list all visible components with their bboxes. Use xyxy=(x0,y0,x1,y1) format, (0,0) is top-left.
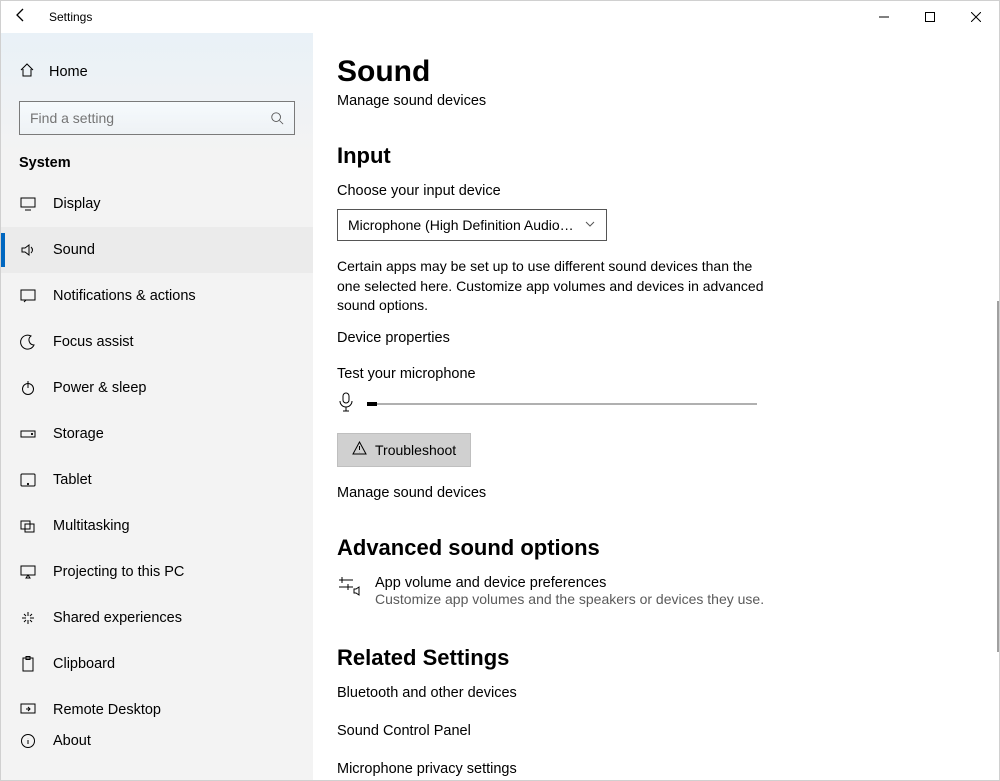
sidebar-item-about[interactable]: About xyxy=(1,733,313,763)
clipboard-icon xyxy=(19,656,37,672)
sidebar-item-label: Storage xyxy=(53,426,104,442)
shared-icon xyxy=(19,610,37,626)
minimize-button[interactable] xyxy=(861,1,907,33)
related-link-bluetooth[interactable]: Bluetooth and other devices xyxy=(337,685,975,701)
related-link-mic-privacy[interactable]: Microphone privacy settings xyxy=(337,761,975,777)
sidebar-item-label: Shared experiences xyxy=(53,610,182,626)
app-volume-desc: Customize app volumes and the speakers o… xyxy=(375,591,764,607)
sidebar-item-label: Focus assist xyxy=(53,334,134,350)
content-pane[interactable]: Sound Manage sound devices Input Choose … xyxy=(313,33,999,780)
titlebar: Settings xyxy=(1,1,999,33)
related-link-sound-control-panel[interactable]: Sound Control Panel xyxy=(337,723,975,739)
sidebar-item-focus-assist[interactable]: Focus assist xyxy=(1,319,313,365)
dropdown-value: Microphone (High Definition Audio… xyxy=(348,217,574,233)
sidebar-item-notifications[interactable]: Notifications & actions xyxy=(1,273,313,319)
sidebar-item-remote-desktop[interactable]: Remote Desktop xyxy=(1,687,313,733)
device-properties-link[interactable]: Device properties xyxy=(337,330,975,346)
sidebar-item-label: Display xyxy=(53,196,101,212)
storage-icon xyxy=(19,428,37,440)
sound-icon xyxy=(19,242,37,258)
projecting-icon xyxy=(19,565,37,579)
search-icon[interactable] xyxy=(260,111,294,125)
sidebar-home-label: Home xyxy=(49,64,88,80)
sidebar-item-label: Clipboard xyxy=(53,656,115,672)
sidebar-section-title: System xyxy=(1,135,313,181)
choose-input-label: Choose your input device xyxy=(337,183,975,199)
window-title: Settings xyxy=(49,10,92,24)
search-wrap xyxy=(1,93,313,135)
sidebar-item-label: About xyxy=(53,733,91,749)
sidebar-item-label: Sound xyxy=(53,242,95,258)
input-heading: Input xyxy=(337,143,975,169)
info-icon xyxy=(19,733,37,749)
app-volume-title: App volume and device preferences xyxy=(375,575,764,591)
multitasking-icon xyxy=(19,519,37,533)
maximize-button[interactable] xyxy=(907,1,953,33)
test-mic-label: Test your microphone xyxy=(337,366,975,382)
sidebar-item-clipboard[interactable]: Clipboard xyxy=(1,641,313,687)
mic-level-bar xyxy=(367,403,757,405)
sidebar-item-label: Multitasking xyxy=(53,518,130,534)
app-volume-row[interactable]: App volume and device preferences Custom… xyxy=(337,575,975,607)
app-volume-text: App volume and device preferences Custom… xyxy=(375,575,764,607)
sidebar-nav: Display Sound Notifications & actions Fo… xyxy=(1,181,313,763)
tablet-icon xyxy=(19,473,37,487)
mic-level-fill xyxy=(367,402,377,406)
window-body: Home System Display Sound xyxy=(1,33,999,780)
microphone-icon xyxy=(337,392,355,417)
close-button[interactable] xyxy=(953,1,999,33)
moon-icon xyxy=(19,334,37,350)
display-icon xyxy=(19,197,37,211)
settings-window: Settings Home Sys xyxy=(0,0,1000,781)
troubleshoot-button[interactable]: Troubleshoot xyxy=(337,433,471,467)
sidebar-item-power[interactable]: Power & sleep xyxy=(1,365,313,411)
search-input[interactable] xyxy=(20,110,260,126)
back-button[interactable] xyxy=(13,7,29,28)
sidebar-item-projecting[interactable]: Projecting to this PC xyxy=(1,549,313,595)
sidebar-item-storage[interactable]: Storage xyxy=(1,411,313,457)
notifications-icon xyxy=(19,289,37,303)
titlebar-left: Settings xyxy=(1,7,861,28)
related-heading: Related Settings xyxy=(337,645,975,671)
page-title: Sound xyxy=(337,55,975,89)
remote-desktop-icon xyxy=(19,703,37,717)
warning-icon xyxy=(352,441,367,458)
input-note: Certain apps may be set up to use differ… xyxy=(337,257,767,316)
home-icon xyxy=(19,62,35,82)
input-device-dropdown[interactable]: Microphone (High Definition Audio… xyxy=(337,209,607,241)
mic-test-row xyxy=(337,392,975,417)
advanced-heading: Advanced sound options xyxy=(337,535,975,561)
manage-sound-devices-link[interactable]: Manage sound devices xyxy=(337,485,975,501)
sidebar-item-label: Remote Desktop xyxy=(53,702,161,718)
power-icon xyxy=(19,380,37,396)
sidebar: Home System Display Sound xyxy=(1,33,313,780)
sidebar-item-display[interactable]: Display xyxy=(1,181,313,227)
sidebar-item-sound[interactable]: Sound xyxy=(1,227,313,273)
window-controls xyxy=(861,1,999,33)
scrollbar[interactable] xyxy=(997,301,999,652)
chevron-down-icon xyxy=(584,217,596,233)
sliders-icon xyxy=(337,575,361,602)
sidebar-item-shared[interactable]: Shared experiences xyxy=(1,595,313,641)
troubleshoot-label: Troubleshoot xyxy=(375,442,456,458)
search-box[interactable] xyxy=(19,101,295,135)
sidebar-item-label: Notifications & actions xyxy=(53,288,196,304)
manage-sound-devices-top-link[interactable]: Manage sound devices xyxy=(337,93,975,109)
sidebar-item-label: Power & sleep xyxy=(53,380,147,396)
sidebar-item-multitasking[interactable]: Multitasking xyxy=(1,503,313,549)
sidebar-item-tablet[interactable]: Tablet xyxy=(1,457,313,503)
sidebar-home[interactable]: Home xyxy=(1,51,313,93)
sidebar-item-label: Projecting to this PC xyxy=(53,564,184,580)
sidebar-item-label: Tablet xyxy=(53,472,92,488)
